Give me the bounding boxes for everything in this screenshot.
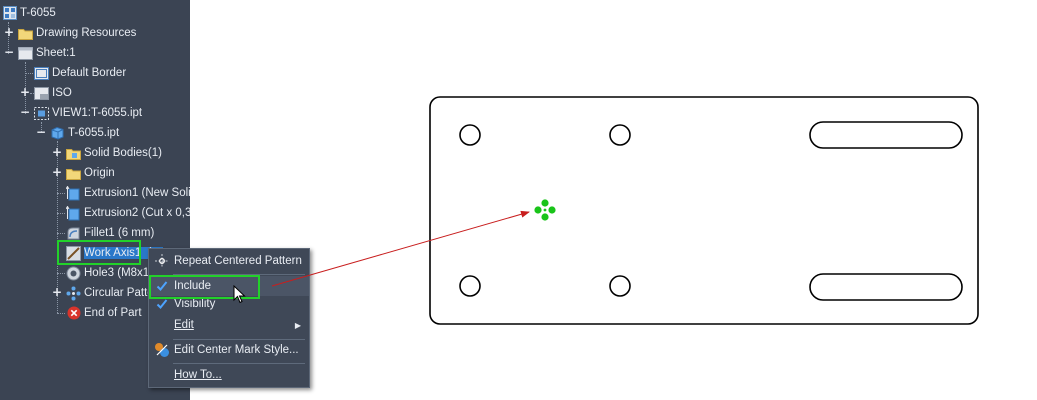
center-mark-icon[interactable] [534, 199, 556, 221]
hole [459, 275, 481, 297]
slot [809, 121, 963, 149]
slot [809, 273, 963, 301]
hole [609, 124, 631, 146]
hole [459, 124, 481, 146]
hole [609, 275, 631, 297]
drawing-canvas [271, 96, 979, 325]
plate-outline [429, 96, 979, 325]
annotation-arrow [271, 210, 530, 287]
